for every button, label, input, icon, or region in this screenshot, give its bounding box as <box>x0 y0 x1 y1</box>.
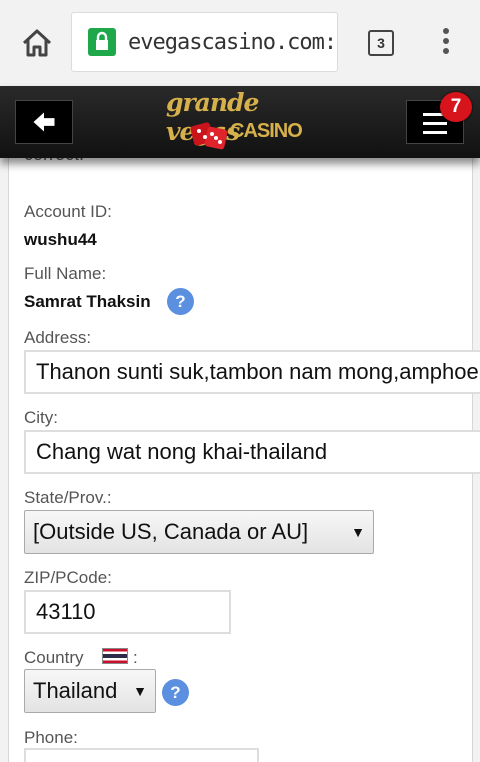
overflow-menu-icon[interactable] <box>440 28 452 58</box>
lock-icon <box>88 28 116 56</box>
url-text: evegascasino.com:2 <box>128 30 338 55</box>
back-arrow-icon <box>33 112 55 132</box>
account-id-value: wushu44 <box>24 230 97 249</box>
tabs-icon[interactable]: 3 <box>368 30 394 56</box>
city-input[interactable]: Chang wat nong khai-thailand <box>24 430 480 474</box>
country-select[interactable]: Thailand ▼ <box>24 669 156 713</box>
city-label: City: <box>24 408 58 427</box>
thailand-flag-icon <box>102 648 128 664</box>
full-name-value: Samrat Thaksin <box>24 292 151 311</box>
phone-label: Phone: <box>24 728 78 747</box>
grande-vegas-logo[interactable]: grande vegas CASINO <box>160 88 320 156</box>
phone-input[interactable] <box>24 748 259 762</box>
state-label: State/Prov.: <box>24 488 112 507</box>
dice-icon <box>190 122 228 150</box>
chevron-down-icon: ▼ <box>133 683 147 699</box>
full-name-help-icon[interactable]: ? <box>167 288 194 315</box>
country-label: Country <box>24 648 84 668</box>
chevron-down-icon: ▼ <box>351 524 365 540</box>
page-content: correct. Account ID: wushu44 Full Name: … <box>0 86 480 762</box>
country-label-colon: : <box>133 648 138 667</box>
address-input[interactable]: Thanon sunti suk,tambon nam mong,amphoe <box>24 350 480 394</box>
country-select-value: Thailand <box>33 678 118 703</box>
country-help-icon[interactable]: ? <box>162 679 189 706</box>
home-icon[interactable] <box>20 26 54 60</box>
browser-toolbar: evegascasino.com:2 3 <box>0 0 480 87</box>
account-id-label: Account ID: <box>24 202 112 221</box>
state-select[interactable]: [Outside US, Canada or AU] ▼ <box>24 510 374 554</box>
address-bar[interactable]: evegascasino.com:2 <box>71 12 338 72</box>
site-header: grande vegas CASINO <box>0 86 480 158</box>
logo-brand-bottom: CASINO <box>230 120 303 142</box>
zip-label: ZIP/PCode: <box>24 568 112 587</box>
address-label: Address: <box>24 328 92 347</box>
back-button[interactable] <box>15 100 73 144</box>
state-select-value: [Outside US, Canada or AU] <box>33 519 309 544</box>
zip-input[interactable]: 43110 <box>24 590 231 634</box>
country-label-text: Country <box>24 648 84 667</box>
full-name-label: Full Name: <box>24 264 107 283</box>
notification-badge[interactable]: 7 <box>440 92 472 122</box>
